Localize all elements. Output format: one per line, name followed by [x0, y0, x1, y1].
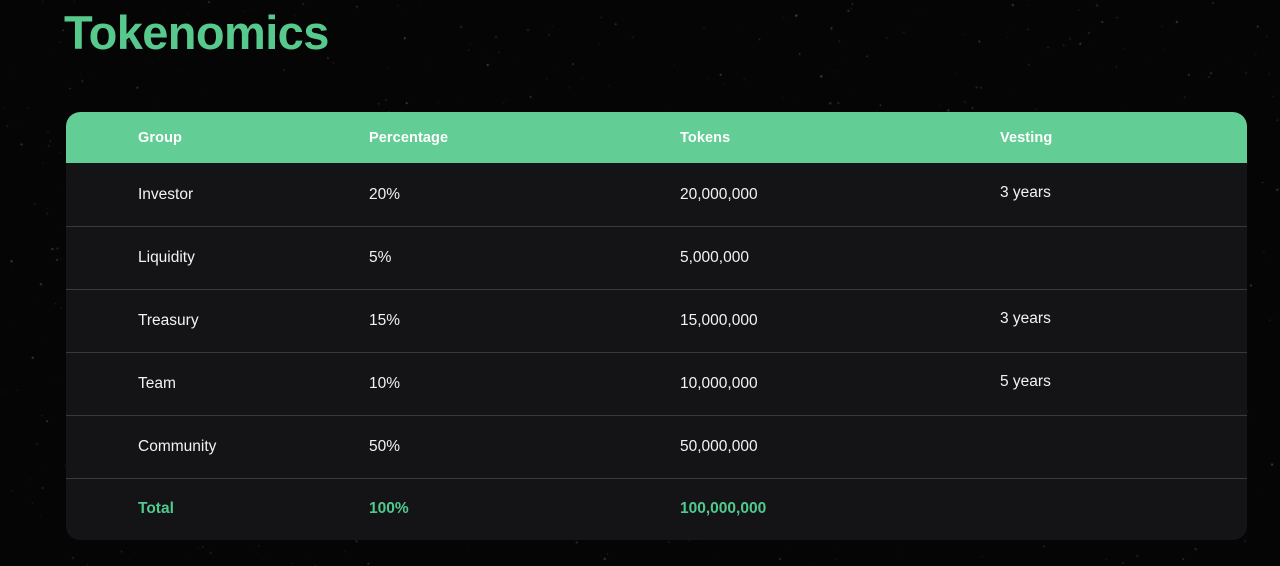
- cell-percentage: 10%: [369, 374, 401, 392]
- cell-group: Team: [138, 374, 176, 392]
- table-row-total: Total 100% 100,000,000: [66, 478, 1247, 540]
- table-row: Investor 20% 20,000,000 3 years: [66, 163, 1247, 226]
- cell-group: Treasury: [138, 311, 199, 329]
- cell-percentage: 100%: [369, 500, 409, 517]
- cell-percentage: 50%: [369, 437, 401, 455]
- page-title: Tokenomics: [64, 6, 329, 59]
- table-header-row: Group Percentage Tokens Vesting: [66, 112, 1247, 163]
- cell-vesting: 5 years: [1000, 372, 1051, 390]
- table-row: Team 10% 10,000,000 5 years: [66, 352, 1247, 415]
- cell-tokens: 20,000,000: [680, 185, 758, 203]
- table-row: Liquidity 5% 5,000,000: [66, 226, 1247, 289]
- tokenomics-table: Group Percentage Tokens Vesting Investor…: [66, 112, 1247, 540]
- cell-group: Total: [138, 500, 174, 517]
- cell-tokens: 50,000,000: [680, 437, 758, 455]
- cell-tokens: 15,000,000: [680, 311, 758, 329]
- column-header-group: Group: [138, 129, 182, 146]
- cell-tokens: 5,000,000: [680, 248, 749, 266]
- table-body: Investor 20% 20,000,000 3 years Liquidity 5% 5…: [66, 163, 1247, 540]
- cell-vesting: 3 years: [1000, 309, 1051, 327]
- table-row: Treasury 15% 15,000,000 3 years: [66, 289, 1247, 352]
- tokenomics-page: Tokenomics Group Percentage Tokens Vesti…: [0, 0, 1280, 566]
- column-header-vesting: Vesting: [1000, 129, 1053, 146]
- cell-group: Liquidity: [138, 248, 195, 266]
- cell-group: Community: [138, 437, 217, 455]
- cell-group: Investor: [138, 185, 194, 203]
- column-header-percentage: Percentage: [369, 129, 449, 146]
- cell-percentage: 20%: [369, 185, 401, 203]
- cell-tokens: 10,000,000: [680, 374, 758, 392]
- cell-percentage: 5%: [369, 248, 392, 266]
- table-row: Community 50% 50,000,000: [66, 415, 1247, 478]
- cell-percentage: 15%: [369, 311, 401, 329]
- cell-vesting: 3 years: [1000, 183, 1051, 201]
- cell-tokens: 100,000,000: [680, 500, 767, 517]
- column-header-tokens: Tokens: [680, 129, 731, 146]
